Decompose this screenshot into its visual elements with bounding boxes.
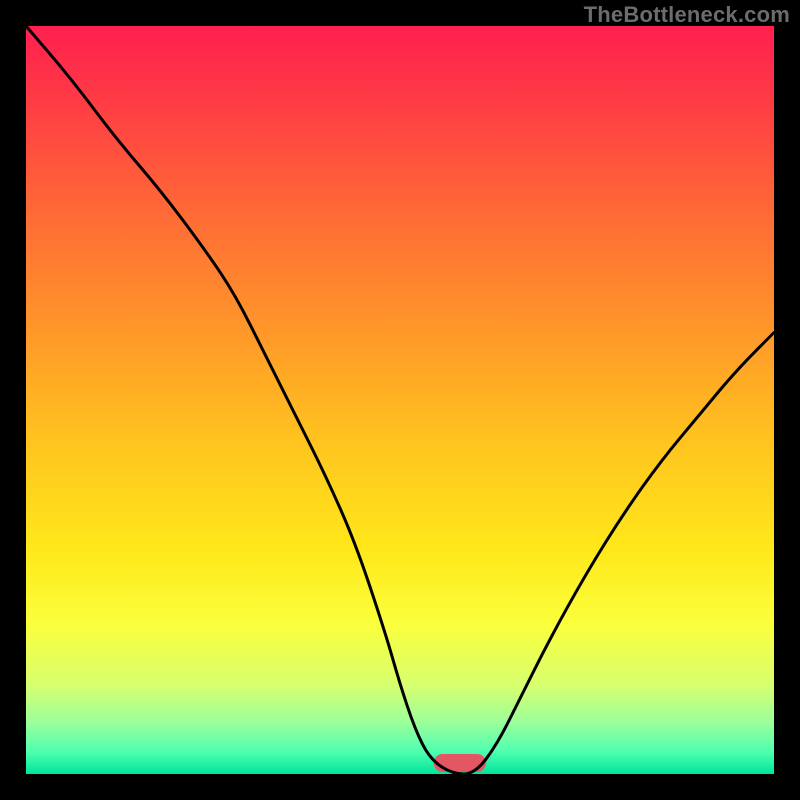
plot-border-left (0, 0, 26, 800)
chart-frame: TheBottleneck.com (0, 0, 800, 800)
plot-border-right (774, 0, 800, 800)
watermark-label: TheBottleneck.com (584, 2, 790, 28)
gradient-background (26, 26, 774, 774)
bottleneck-chart (0, 0, 800, 800)
plot-border-bottom (0, 774, 800, 800)
